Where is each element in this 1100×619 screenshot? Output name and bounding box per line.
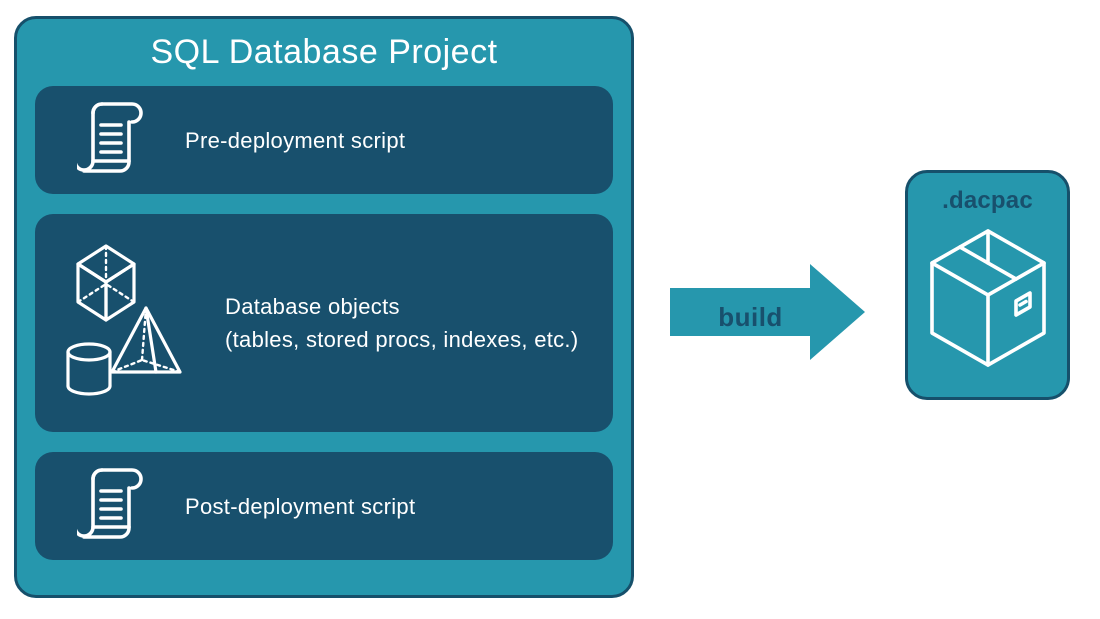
scroll-icon <box>35 101 185 179</box>
pre-deployment-row: Pre-deployment script <box>35 86 613 194</box>
dacpac-output: .dacpac <box>905 170 1070 400</box>
db-objects-line1: Database objects <box>225 294 400 319</box>
post-deployment-row: Post-deployment script <box>35 452 613 560</box>
scroll-icon <box>35 467 185 545</box>
build-arrow: build <box>670 262 865 362</box>
db-objects-line2: (tables, stored procs, indexes, etc.) <box>225 327 578 352</box>
sql-project-container: SQL Database Project <box>14 16 634 598</box>
post-deployment-label: Post-deployment script <box>185 490 613 523</box>
shapes-icon <box>35 238 225 408</box>
build-label: build <box>670 302 831 333</box>
dacpac-title: .dacpac <box>942 187 1033 215</box>
diagram-stage: SQL Database Project <box>0 0 1100 619</box>
database-objects-label: Database objects (tables, stored procs, … <box>225 290 613 356</box>
project-title: SQL Database Project <box>17 33 631 72</box>
database-objects-row: Database objects (tables, stored procs, … <box>35 214 613 432</box>
pre-deployment-label: Pre-deployment script <box>185 124 613 157</box>
package-box-icon <box>924 225 1052 373</box>
